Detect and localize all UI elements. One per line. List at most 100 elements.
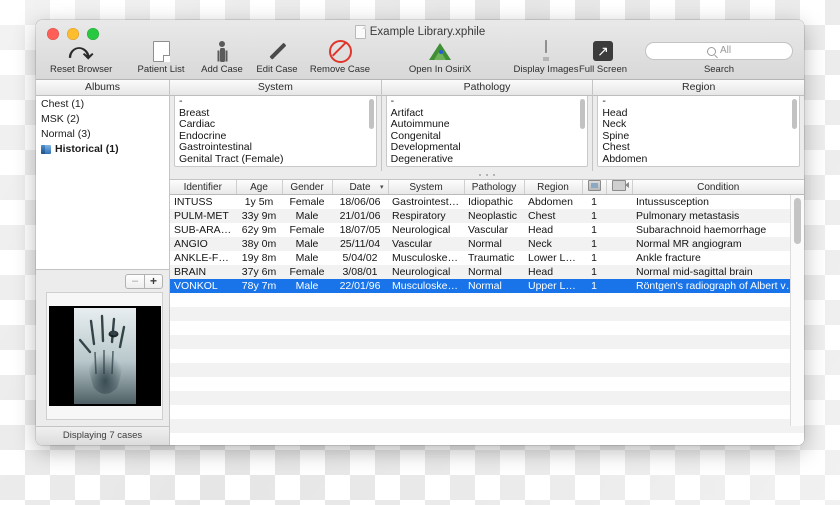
filter-scrollbar-region[interactable] bbox=[792, 99, 798, 129]
toolbar-patient-list-button[interactable]: Patient List bbox=[132, 40, 190, 75]
toolbar-full-screen-button[interactable]: ↗ Full Screen bbox=[570, 40, 636, 75]
filter-header-system: System bbox=[170, 80, 381, 96]
movie-clip-icon bbox=[612, 180, 629, 191]
cell-system: Vascular bbox=[388, 236, 464, 251]
cell-pathology: Idiopathic bbox=[464, 194, 524, 209]
filter-item[interactable]: Spine bbox=[598, 131, 799, 143]
filter-item[interactable]: Neck bbox=[598, 119, 799, 131]
filter-item[interactable]: Chest bbox=[598, 142, 799, 154]
pencil-icon bbox=[251, 40, 303, 62]
filter-item[interactable]: Pelvis bbox=[598, 166, 799, 167]
window-toolbar: Example Library.xphile ⤺ Reset Browser P… bbox=[36, 20, 804, 80]
filter-item[interactable]: Genital Tract (Female) bbox=[175, 154, 376, 166]
filter-column-region: Region - Head Neck Spine Chest Abdomen P… bbox=[593, 80, 804, 171]
filter-item[interactable]: Gastrointestinal bbox=[175, 142, 376, 154]
album-item-historical[interactable]: Historical (1) bbox=[36, 142, 169, 157]
cell-region: Lower Limb bbox=[524, 250, 582, 265]
toolbar-edit-case-button[interactable]: Edit Case bbox=[251, 40, 303, 75]
column-header-condition[interactable]: Condition bbox=[632, 180, 804, 195]
filter-header-region: Region bbox=[593, 80, 804, 96]
cell-system: Musculoskeletal bbox=[388, 250, 464, 265]
cell-gender: Female bbox=[282, 264, 332, 279]
table-row[interactable]: ANGIO 38y 0m Male 25/11/04 Vascular Norm… bbox=[170, 236, 804, 251]
table-empty-row bbox=[170, 432, 804, 445]
column-header-date[interactable]: Date ▾ bbox=[332, 180, 389, 195]
column-header-images[interactable] bbox=[582, 180, 607, 195]
cell-date: 22/01/96 bbox=[332, 278, 388, 293]
table-empty-row bbox=[170, 320, 804, 335]
pane-splitter[interactable] bbox=[170, 171, 804, 179]
filter-item[interactable]: - bbox=[598, 96, 799, 108]
column-header-system[interactable]: System bbox=[388, 180, 465, 195]
column-header-age[interactable]: Age bbox=[236, 180, 283, 195]
cell-condition: Intussusception bbox=[632, 194, 804, 209]
filter-item[interactable]: Genital Tract (Male) bbox=[175, 166, 376, 167]
toolbar-edit-case-label: Edit Case bbox=[256, 64, 298, 75]
filter-item[interactable]: Breast bbox=[175, 108, 376, 120]
toolbar-add-case-label: Add Case bbox=[201, 64, 243, 75]
filter-item[interactable]: Abdomen bbox=[598, 154, 799, 166]
cell-images: 1 bbox=[582, 236, 606, 251]
toolbar-patient-list-label: Patient List bbox=[137, 64, 185, 75]
filter-item[interactable]: Degenerative bbox=[387, 154, 588, 166]
toolbar-remove-case-button[interactable]: Remove Case bbox=[304, 39, 376, 75]
search-placeholder: All bbox=[719, 45, 732, 56]
cell-date: 18/07/05 bbox=[332, 222, 388, 237]
filter-scrollbar-pathology[interactable] bbox=[580, 99, 586, 129]
preview-thumbnail[interactable] bbox=[46, 292, 163, 420]
table-row[interactable]: BRAIN 37y 6m Female 3/08/01 Neurological… bbox=[170, 264, 804, 279]
table-vertical-scrollbar[interactable] bbox=[790, 195, 804, 426]
filter-item[interactable]: Endocrine bbox=[175, 131, 376, 143]
table-row-selected[interactable]: VONKOL 78y 7m Male 22/01/96 Musculoskele… bbox=[170, 278, 804, 293]
table-row[interactable]: PULM-MET 33y 9m Male 21/01/06 Respirator… bbox=[170, 208, 804, 223]
osirix-mountain-icon bbox=[396, 40, 484, 62]
cases-table: Identifier Age Gender Date ▾ System Path… bbox=[170, 180, 804, 445]
filter-item[interactable]: Drug Related bbox=[387, 166, 588, 167]
column-header-identifier[interactable]: Identifier bbox=[170, 180, 237, 195]
toolbar-add-case-button[interactable]: Add Case bbox=[196, 40, 248, 75]
filter-list-system[interactable]: - Breast Cardiac Endocrine Gastrointesti… bbox=[174, 96, 377, 167]
cell-date: 25/11/04 bbox=[332, 236, 388, 251]
filter-item[interactable]: - bbox=[175, 96, 376, 108]
cell-identifier: VONKOL bbox=[170, 278, 236, 293]
column-header-region[interactable]: Region bbox=[524, 180, 583, 195]
toolbar-open-in-osirix-button[interactable]: Open In OsiriX bbox=[396, 40, 484, 75]
cell-images: 1 bbox=[582, 194, 606, 209]
window-title: Example Library.xphile bbox=[369, 26, 486, 38]
search-input[interactable]: All bbox=[645, 42, 793, 60]
table-row[interactable]: INTUSS 1y 5m Female 18/06/06 Gastrointes… bbox=[170, 194, 804, 209]
cell-age: 33y 9m bbox=[236, 208, 282, 223]
filter-list-pathology[interactable]: - Artifact Autoimmune Congenital Develop… bbox=[385, 96, 589, 167]
column-header-movies[interactable] bbox=[606, 180, 633, 195]
album-item-chest[interactable]: Chest (1) bbox=[36, 97, 169, 112]
filter-item[interactable]: - bbox=[387, 96, 588, 108]
zoom-in-button[interactable]: + bbox=[144, 273, 163, 289]
undo-arrow-icon: ⤺ bbox=[68, 38, 94, 64]
filter-scrollbar-system[interactable] bbox=[368, 99, 374, 129]
toolbar-open-in-osirix-label: Open In OsiriX bbox=[408, 64, 472, 75]
filter-item[interactable]: Cardiac bbox=[175, 119, 376, 131]
toolbar-reset-browser-button[interactable]: ⤺ Reset Browser bbox=[50, 38, 112, 75]
cell-age: 37y 6m bbox=[236, 264, 282, 279]
filter-item[interactable]: Head bbox=[598, 108, 799, 120]
table-empty-row bbox=[170, 306, 804, 321]
filter-list-region[interactable]: - Head Neck Spine Chest Abdomen Pelvis bbox=[597, 96, 801, 167]
column-header-gender[interactable]: Gender bbox=[282, 180, 333, 195]
cell-pathology: Normal bbox=[464, 264, 524, 279]
sort-descending-icon: ▾ bbox=[379, 184, 384, 191]
column-header-pathology[interactable]: Pathology bbox=[464, 180, 525, 195]
table-row[interactable]: ANKLE-FRAC 19y 8m Male 5/04/02 Musculosk… bbox=[170, 250, 804, 265]
table-row[interactable]: SUB-ARACH 62y 9m Female 18/07/05 Neurolo… bbox=[170, 222, 804, 237]
table-scrollbar-thumb[interactable] bbox=[794, 198, 801, 244]
album-item-normal[interactable]: Normal (3) bbox=[36, 127, 169, 142]
album-item-msk[interactable]: MSK (2) bbox=[36, 112, 169, 127]
zoom-out-button[interactable]: – bbox=[125, 273, 144, 289]
cell-gender: Male bbox=[282, 236, 332, 251]
album-label: Normal (3) bbox=[41, 128, 91, 140]
filter-item[interactable]: Developmental bbox=[387, 142, 588, 154]
filter-item[interactable]: Artifact bbox=[387, 108, 588, 120]
table-empty-row bbox=[170, 376, 804, 391]
filter-item[interactable]: Congenital bbox=[387, 131, 588, 143]
cell-pathology: Neoplastic bbox=[464, 208, 524, 223]
filter-item[interactable]: Autoimmune bbox=[387, 119, 588, 131]
